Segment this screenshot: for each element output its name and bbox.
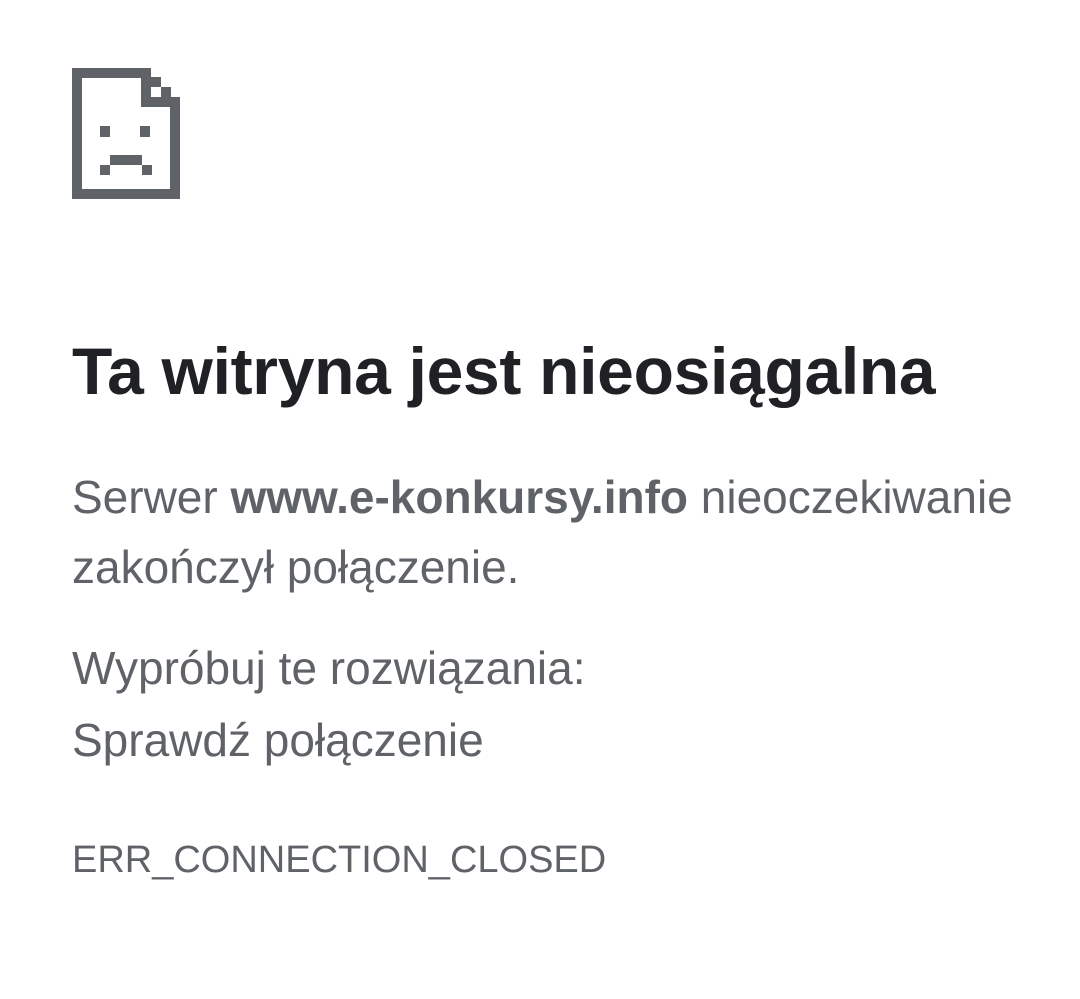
- message-prefix: Serwer: [72, 471, 231, 523]
- error-code: ERR_CONNECTION_CLOSED: [72, 839, 607, 881]
- suggestions-heading: Wypróbuj te rozwiązania:: [72, 642, 586, 694]
- sad-page-icon: [72, 68, 180, 199]
- page-title: Ta witryna jest nieosiągalna: [72, 334, 936, 408]
- suggestion-check-connection: Sprawdź połączenie: [72, 714, 484, 766]
- server-host: www.e-konkursy.info: [230, 471, 688, 523]
- error-message: Serwer www.e-konkursy.info nieoczekiwani…: [72, 462, 1032, 602]
